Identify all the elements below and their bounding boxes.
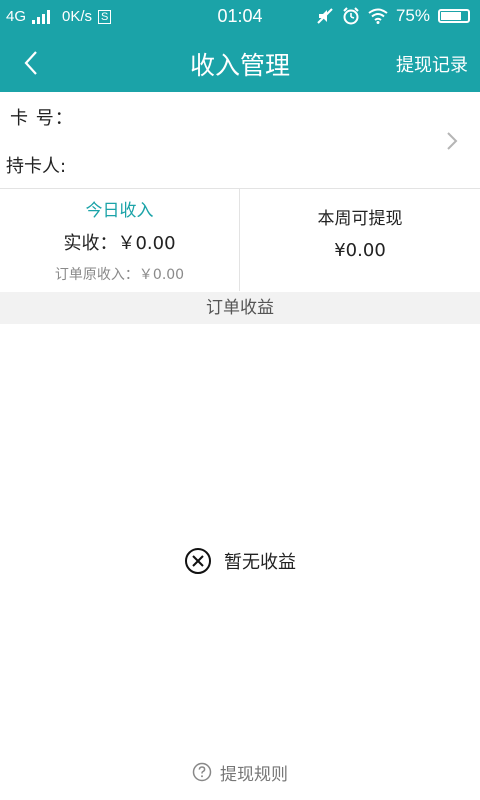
wifi-icon	[368, 8, 388, 24]
nav-bar: 收入管理 提现记录	[0, 34, 480, 92]
income-stats: 今日收入 实收：￥0.00 订单原收入：￥0.00 本周可提现 ¥0.00	[0, 189, 480, 291]
card-info[interactable]: 卡 号： 持卡人:	[0, 92, 480, 189]
withdraw-rules-link[interactable]: 提现规则	[0, 760, 480, 785]
today-actual-income: 实收：￥0.00	[63, 233, 176, 254]
withdraw-records-link[interactable]: 提现记录	[396, 51, 468, 77]
card-number-label: 卡 号：	[10, 108, 74, 129]
card-holder-label: 持卡人:	[6, 156, 67, 177]
empty-state: 暂无收益	[0, 545, 480, 577]
alarm-icon	[343, 7, 359, 25]
help-icon	[192, 762, 212, 782]
today-income-panel: 今日收入 实收：￥0.00 订单原收入：￥0.00	[0, 189, 240, 291]
today-original-income: 订单原收入：￥0.00	[54, 267, 185, 283]
battery-icon	[438, 9, 470, 23]
battery-percent: 75%	[395, 6, 430, 25]
week-withdrawable-panel: 本周可提现 ¥0.00	[240, 189, 480, 291]
status-right: 75%	[316, 6, 470, 26]
chevron-right-icon	[447, 132, 458, 150]
empty-state-text: 暂无收益	[224, 552, 296, 573]
withdraw-rules-label: 提现规则	[220, 764, 288, 785]
status-bar: 4G 0K/s S 01:04 75%	[0, 0, 480, 34]
battery-fill	[441, 12, 461, 20]
order-earnings-header: 订单收益	[0, 292, 480, 324]
today-income-title: 今日收入	[85, 201, 154, 221]
week-withdrawable-title: 本周可提现	[317, 209, 403, 229]
week-withdrawable-value: ¥0.00	[334, 240, 386, 261]
mute-icon	[317, 8, 333, 24]
close-circle-icon	[185, 548, 211, 574]
